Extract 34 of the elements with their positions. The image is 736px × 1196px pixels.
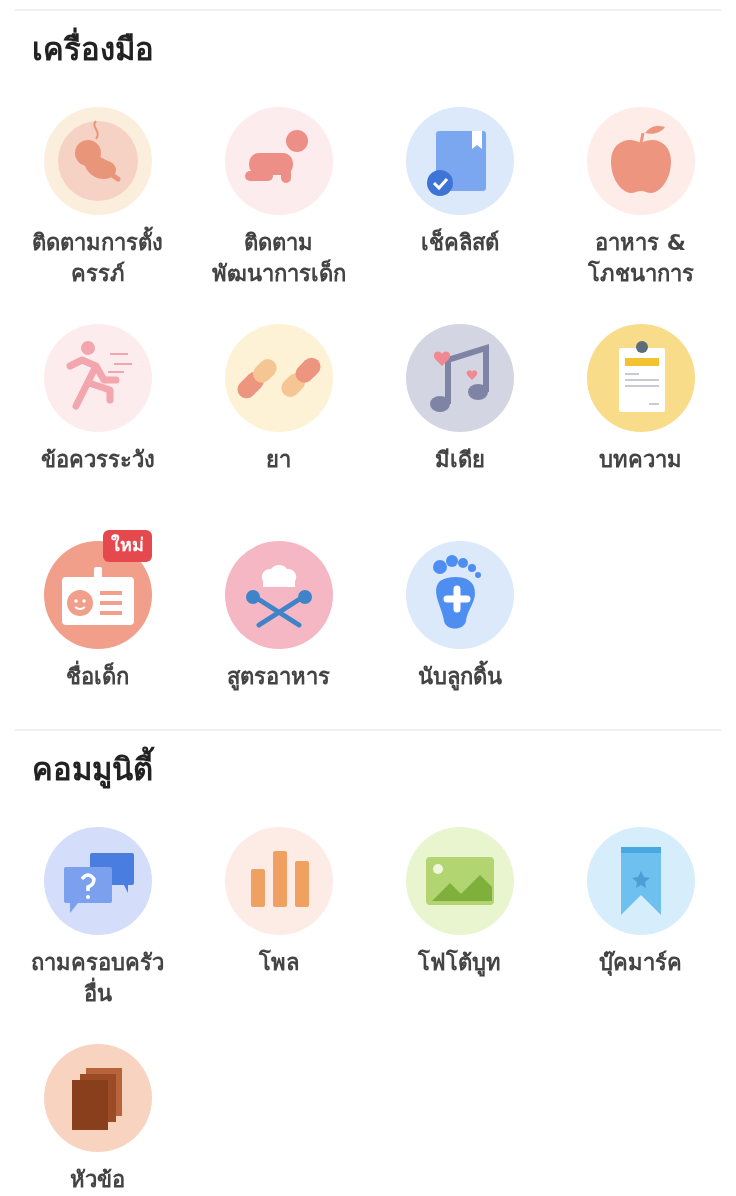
tool-button[interactable]: ถามครอบครัว อื่น (7, 816, 188, 1009)
apple-icon (586, 107, 695, 215)
image-icon (405, 827, 514, 935)
tool-button[interactable]: หัวข้อ (7, 1033, 188, 1195)
music-note-icon (405, 324, 514, 432)
tool-button[interactable]: บุ๊คมาร์ค (550, 816, 731, 978)
tool-button[interactable]: โฟโต้บูท (369, 816, 550, 978)
chat-bubbles-icon (43, 827, 152, 935)
clipboard-icon (586, 324, 695, 432)
bar-chart-icon (224, 827, 333, 935)
bookmark-icon (586, 827, 695, 935)
pills-icon (224, 324, 333, 432)
section-title: คอมมูนิตี้ (0, 731, 736, 789)
tool-button[interactable]: ติดตามการตั้ง ครรภ์ (7, 96, 188, 289)
tool-button[interactable]: ยา (188, 313, 369, 475)
tool-button[interactable]: ติดตาม พัฒนาการเด็ก (188, 96, 369, 289)
new-badge: ใหม่ (102, 530, 152, 562)
footprint-plus-icon (405, 541, 514, 649)
crawling-baby-icon (224, 107, 333, 215)
fetus-icon (43, 107, 152, 215)
tool-button[interactable]: มีเดีย (369, 313, 550, 475)
tool-button[interactable]: นับลูกดิ้น (369, 530, 550, 692)
pages-icon (43, 1044, 152, 1152)
tool-button[interactable]: ข้อควรระวัง (7, 313, 188, 475)
tool-button[interactable]: อาหาร & โภชนาการ (550, 96, 731, 289)
chef-utensils-icon (224, 541, 333, 649)
tool-button[interactable]: เช็คลิสต์ (369, 96, 550, 258)
tool-button[interactable]: สูตรอาหาร (188, 530, 369, 692)
section-title: เครื่องมือ (0, 11, 736, 69)
tool-button[interactable]: โพล (188, 816, 369, 978)
running-person-icon (43, 324, 152, 432)
tool-button[interactable]: บทความ (550, 313, 731, 475)
book-check-icon (405, 107, 514, 215)
tool-button[interactable]: ใหม่ ชื่อเด็ก (7, 530, 188, 692)
